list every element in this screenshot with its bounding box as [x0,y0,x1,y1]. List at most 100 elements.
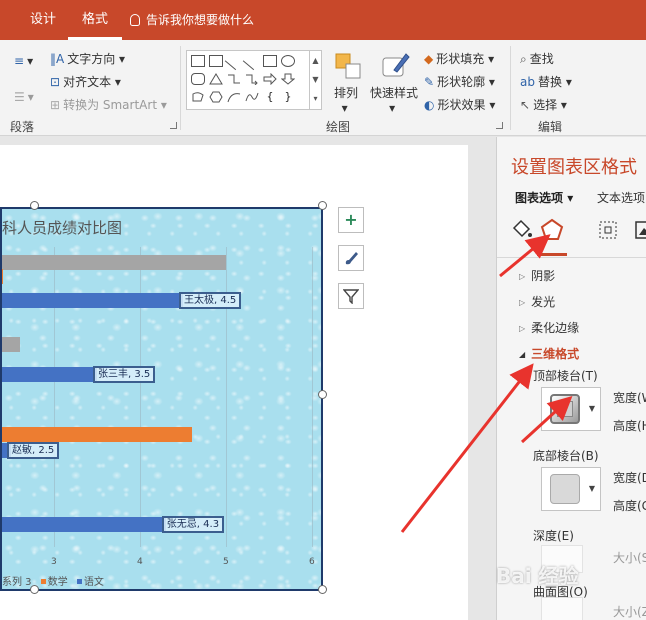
bar-chinese[interactable] [2,517,166,532]
tell-me-box[interactable]: 告诉我你想要做什么 [130,0,254,40]
legend-series3-label: 系列 3 [2,577,32,588]
shapes-gallery-scroll[interactable]: ▲ ▼ ▾ [309,51,321,109]
slide-canvas[interactable]: 科人员成绩对比图 3 4 5 6 王太极, 4.5 张三丰, 3.5 赵敏, 2.5 张无忌,… [0,145,468,620]
line-spacing-button[interactable]: ≡ ▾ [14,54,33,68]
shape-outline-label: 形状轮廓 [437,75,486,89]
right-arrow-shape-icon[interactable] [263,72,277,86]
filter-icon [342,286,360,305]
ribbon: ≡ ▾ ☰ ▾ ‖A 文字方向 ▾ ⊡ 对齐文本 ▾ ⊞ 转换为 SmartArt ▾ 段… [0,40,646,136]
size-properties-icon[interactable] [595,217,621,243]
fill-line-icon[interactable] [509,217,535,243]
chart-elements-button[interactable]: + [338,207,364,233]
drawing-launcher-icon[interactable] [496,122,503,129]
top-bevel-dropdown[interactable]: ▼ [541,387,601,431]
chart-filters-button[interactable] [338,283,364,309]
data-label[interactable]: 张无忌, 4.3 [161,516,225,533]
down-arrow-shape-icon[interactable] [280,73,296,85]
hexagon-shape-icon[interactable] [209,91,223,103]
legend-chinese-swatch [76,579,82,584]
elbow-connector-shape-icon[interactable] [227,73,241,85]
section-shadow[interactable]: ▷ 阴影 [519,267,555,284]
line-shape-icon[interactable] [224,51,244,71]
top-bevel-preview-icon [550,394,580,424]
bottom-bevel-label: 底部棱台(B) [533,449,599,463]
top-height-label: 高度(H [613,419,646,433]
resize-handle-right[interactable] [318,390,327,399]
ribbon-separator [510,46,511,130]
effects-pentagon-icon[interactable] [539,217,565,243]
resize-handle-top[interactable] [30,201,39,210]
gridline [312,247,313,547]
paint-bucket-icon: ◆ [424,52,434,66]
bar-chinese[interactable] [2,293,183,308]
vertical-text-box-shape-icon[interactable] [209,55,223,67]
shape-outline-button[interactable]: ✎ 形状轮廓 ▾ [424,73,495,90]
data-label[interactable]: 王太极, 4.5 [179,292,242,309]
bar-chart[interactable]: 科人员成绩对比图 3 4 5 6 王太极, 4.5 张三丰, 3.5 赵敏, 2.5 张无忌,… [0,207,323,591]
rectangle-shape-icon[interactable] [263,55,277,67]
arc-shape-icon[interactable] [227,91,241,103]
section-3d-format[interactable]: ◢ 三维格式 [519,345,579,362]
resize-handle-top-right[interactable] [318,201,327,210]
arrow-line-shape-icon[interactable] [242,51,262,71]
bottom-bevel-dropdown[interactable]: ▼ [541,467,601,511]
chart-title[interactable]: 科人员成绩对比图 [2,217,122,238]
section-soft-edges[interactable]: ▷ 柔化边缘 [519,319,579,336]
drawing-group-label: 绘图 [326,120,351,134]
collapse-triangle-icon: ▷ [519,324,526,333]
select-button[interactable]: ↖ 选择 ▾ [520,96,567,113]
paragraph-launcher-icon[interactable] [170,122,177,129]
shape-effects-button[interactable]: ◐ 形状效果 ▾ [424,96,495,113]
tab-chart-options[interactable]: 图表选项 ▾ [515,189,573,206]
rounded-rect-shape-icon[interactable] [191,73,205,85]
columns-button[interactable]: ☰ ▾ [14,90,34,104]
bar-series3[interactable] [2,255,226,270]
triangle-shape-icon[interactable] [209,73,223,85]
shape-fill-button[interactable]: ◆ 形状填充 ▾ [424,50,494,67]
convert-smartart-button[interactable]: ⊞ 转换为 SmartArt ▾ [50,96,167,113]
bar-chinese[interactable] [2,367,97,382]
collapse-triangle-icon: ▷ [519,298,526,307]
chart-legend[interactable]: 系列 3 数学 语文 [2,573,110,588]
brace-right-shape-icon[interactable]: } [281,91,295,103]
shape-effects-icon: ◐ [424,98,435,112]
section-3d-format-label: 三维格式 [531,347,580,361]
align-text-button[interactable]: ⊡ 对齐文本 ▾ [50,73,121,90]
depth-label: 深度(E) [533,529,574,543]
resize-handle-bottom[interactable] [30,585,39,594]
tab-text-options[interactable]: 文本选项 [597,189,645,206]
text-direction-label: 文字方向 [67,52,116,66]
lightbulb-icon [130,14,140,26]
contour-color-button[interactable] [541,597,583,620]
plus-icon: + [344,210,358,229]
resize-handle-bottom-right[interactable] [318,585,327,594]
freeform-shape-icon[interactable] [191,91,205,103]
bottom-width-label: 宽度(D [613,471,646,485]
text-box-shape-icon[interactable] [191,55,205,67]
curve-shape-icon[interactable] [245,91,259,103]
chart-styles-button[interactable] [338,245,364,271]
shapes-gallery[interactable]: { } ▲ ▼ ▾ [186,50,322,110]
find-button[interactable]: ⌕ 查找 [520,50,554,67]
data-label[interactable]: 张三丰, 3.5 [93,366,156,383]
tab-design[interactable]: 设计 [16,0,70,40]
convert-smartart-label: 转换为 SmartArt [63,98,158,112]
oval-shape-icon[interactable] [281,55,295,67]
effects-tab-indicator [537,253,567,256]
text-direction-button[interactable]: ‖A 文字方向 ▾ [50,50,125,67]
replace-button[interactable]: ab 替换 ▾ [520,73,572,90]
bar-series3[interactable] [2,337,20,352]
section-glow[interactable]: ▷ 发光 [519,293,555,310]
replace-icon: ab [520,75,535,89]
bar-math[interactable] [2,427,192,442]
chart-options-icon[interactable] [633,217,646,243]
quick-styles-button[interactable]: 快速样式 ▾ [370,84,418,115]
gridline [54,247,55,547]
elbow-arrow-shape-icon[interactable] [245,73,259,86]
data-label[interactable]: 赵敏, 2.5 [7,442,60,459]
tab-format[interactable]: 格式 [68,0,123,40]
brace-left-shape-icon[interactable]: { [263,91,277,103]
legend-math-swatch [40,579,46,584]
shape-effects-label: 形状效果 [437,98,486,112]
arrange-button[interactable]: 排列 ▾ [334,84,358,115]
